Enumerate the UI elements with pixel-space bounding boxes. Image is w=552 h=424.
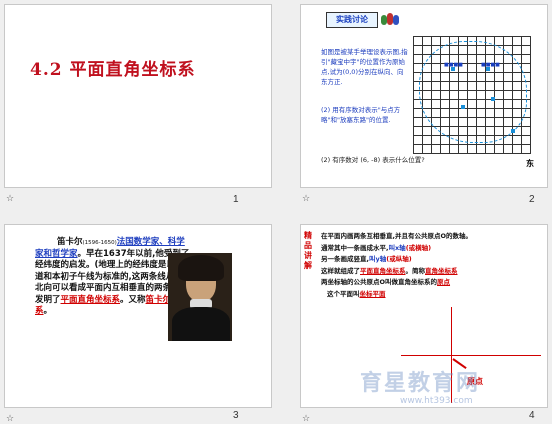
slide-2-route-outline	[419, 41, 527, 143]
slide-4-y-axis-term: 叫y轴	[368, 255, 387, 263]
slide-4-side-label: 精品讲解	[304, 231, 312, 270]
map-label: ■■■■	[444, 62, 463, 68]
slide-2-question-1: (2) 用有序数对表示"与点方略"和"放塞东路"的位置.	[321, 106, 401, 124]
slide-4-transition-icon: ☆	[302, 414, 311, 424]
slide-thumbnail-2[interactable]: 实践讨论 如图是被某手举理设表示图,指引"藏宝中宇"的位置作为原始点,试为(0,…	[300, 4, 548, 188]
slide-4-term-plane: 坐标平面	[359, 289, 386, 298]
slide-3-text: 笛卡尔(1596-1650)法国数学家、科学家和哲学家。早在1637年以前,他受…	[35, 237, 190, 318]
slide-4-line-4: 这样就组成了平面直角坐标系。简称直角坐标系	[321, 266, 547, 278]
origin-arrow-icon	[452, 358, 467, 369]
slide-4-y-axis-alt: (或纵轴)	[386, 255, 412, 263]
slide-4-line-4a: 这样就组成了	[321, 266, 360, 275]
slide-2-number: 2	[529, 194, 535, 205]
descartes-portrait	[168, 253, 232, 341]
slide-2-question-2: (2) 有序数对 (6, -8) 表示什么位置?	[321, 156, 425, 164]
descartes-years: (1596-1650)	[82, 240, 117, 246]
x-axis-line	[401, 355, 541, 356]
slide-1-transition-icon: ☆	[6, 194, 15, 204]
slide-4-line-3: 另一条画成竖直,叫y轴(或纵轴)	[321, 254, 547, 266]
slide-4-term-short: 直角坐标系	[425, 266, 458, 275]
slide-1-number: 1	[233, 194, 239, 205]
slide-4-line-1: 在平面内画两条互相垂直,并且有公共原点O的数轴。	[321, 232, 472, 240]
map-label: ■■■■	[481, 62, 500, 68]
slide-4-line-6: 这个平面叫坐标平面	[321, 289, 547, 301]
map-point	[461, 105, 465, 109]
descartes-name: 笛卡尔	[57, 237, 83, 247]
y-axis-line	[451, 307, 452, 403]
slide-thumbnail-4[interactable]: 精品讲解 在平面内画两条互相垂直,并且有公共原点O的数轴。 通常其中一条画成水平…	[300, 224, 548, 408]
slide-4-line-6a: 这个平面叫	[327, 289, 360, 298]
slide-4-term-coordinate-system: 平面直角坐标系	[360, 266, 406, 275]
slide-4-x-axis-term: 叫x轴	[388, 243, 406, 252]
slide-4-term-origin: 原点	[437, 278, 451, 286]
slide-4-line-3a: 另一条画成竖直,	[321, 255, 369, 263]
map-point	[491, 97, 495, 101]
slide-3-transition-icon: ☆	[6, 414, 15, 424]
east-label: 东	[526, 159, 534, 168]
slide-4-line-2: 通常其中一条画成水平,叫x轴(或横轴)	[321, 243, 547, 255]
slide-3-end: 。	[43, 306, 53, 316]
map-point	[511, 129, 515, 133]
slide-4-x-axis-alt: (或横轴)	[405, 243, 432, 252]
slide-thumbnail-1[interactable]: 4.2 平面直角坐标系	[4, 4, 272, 188]
origin-label: 原点	[467, 376, 483, 387]
people-clipart-icon	[381, 13, 399, 26]
slide-4-number: 4	[529, 410, 535, 421]
slide-4-line-4c: 。简称	[405, 266, 426, 275]
slide-4-line-5: 两坐标轴的公共原点O叫做直角坐标系的原点	[321, 277, 547, 289]
slide-4-line-5a: 两坐标轴的公共原点O叫做直角坐标系的	[321, 278, 438, 286]
slide-2-badge-label: 实践讨论	[336, 15, 368, 24]
slide-4-text: 在平面内画两条互相垂直,并且有公共原点O的数轴。 通常其中一条画成水平,叫x轴(…	[321, 231, 547, 300]
slide-2-badge: 实践讨论	[326, 12, 378, 28]
slide-thumbnail-3[interactable]: 笛卡尔(1596-1650)法国数学家、科学家和哲学家。早在1637年以前,他受…	[4, 224, 272, 408]
slide-3-number: 3	[233, 410, 239, 421]
slide-2-description: 如图是被某手举理设表示图,指引"藏宝中宇"的位置作为原始点,试为(0,0)分别在…	[321, 48, 408, 86]
slide-4-line-2a: 通常其中一条画成水平,	[321, 243, 389, 252]
slide-2-transition-icon: ☆	[302, 194, 311, 204]
slide-3-tail: 。又称	[120, 294, 146, 305]
slide-1-title: 4.2 平面直角坐标系	[30, 60, 196, 80]
descartes-highlight-2: 平面直角坐标系	[60, 294, 121, 305]
